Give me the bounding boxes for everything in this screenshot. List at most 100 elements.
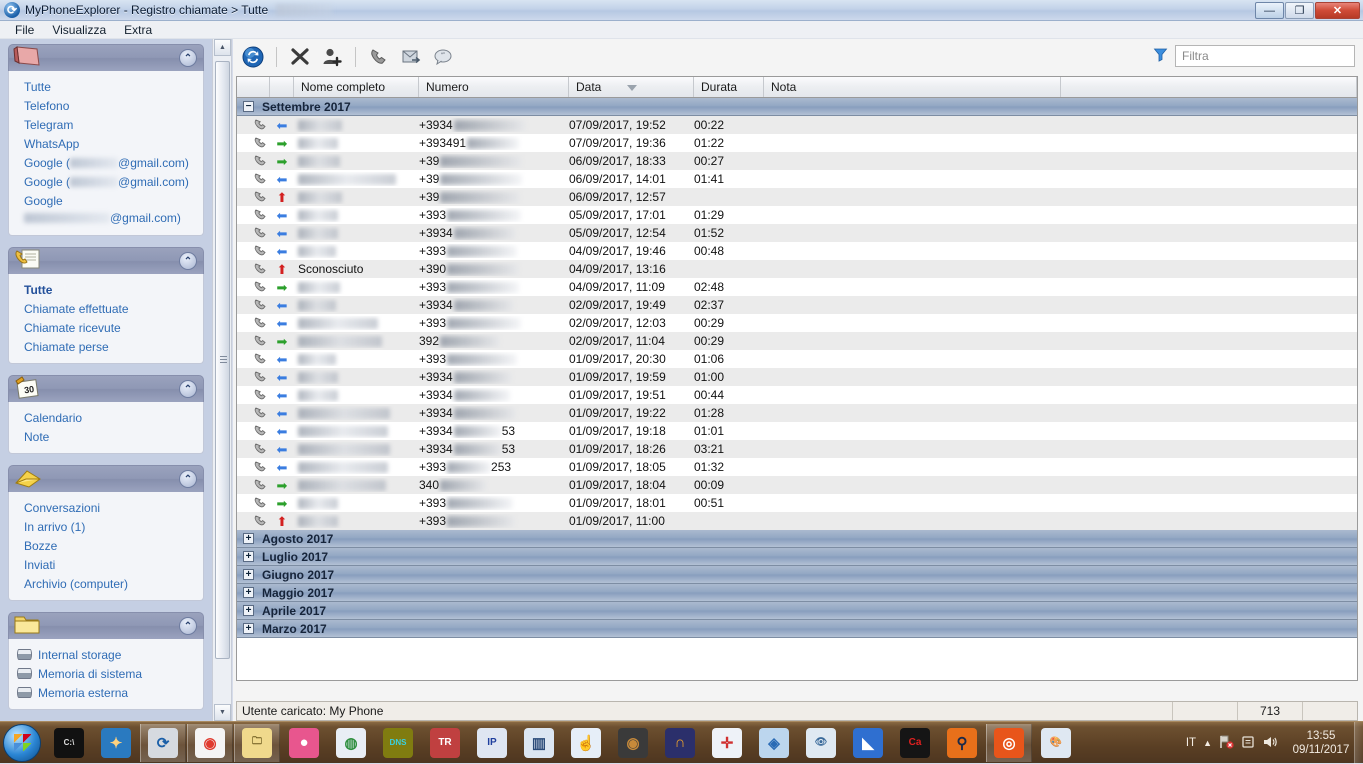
delete-icon[interactable] xyxy=(286,43,314,71)
call-log-row[interactable]: ⬆Sconosciuto+39004/09/2017, 13:16 xyxy=(237,260,1357,278)
panel-header-esplora[interactable]: ⌃ xyxy=(8,612,204,639)
sidebar-item-memoria-di-sistema[interactable]: Memoria di sistema xyxy=(9,664,203,683)
panel-header-agenda[interactable]: 30⌃ xyxy=(8,375,204,402)
sidebar-item-inviati[interactable]: Inviati xyxy=(9,555,203,574)
taskbar-item-cars-app[interactable]: Ca xyxy=(892,724,938,762)
call-log-row[interactable]: ⬅+393401/09/2017, 19:2201:28 xyxy=(237,404,1357,422)
call-log-row[interactable]: ⬅+39325301/09/2017, 18:0501:32 xyxy=(237,458,1357,476)
taskbar-item-compass[interactable]: ✦ xyxy=(93,724,139,762)
menu-item-visualizza[interactable]: Visualizza xyxy=(43,22,115,38)
taskbar-item-document-shield[interactable]: ✛ xyxy=(704,724,750,762)
call-log-row[interactable]: ⬅+39304/09/2017, 19:4600:48 xyxy=(237,242,1357,260)
taskbar-item-window-tool[interactable]: ▥ xyxy=(516,724,562,762)
sidebar-item-google[interactable]: Google (@gmail.com) xyxy=(9,172,203,191)
group-header-settembre-2017[interactable]: −Settembre 2017 xyxy=(237,98,1357,116)
chevron-up-icon[interactable]: ⌃ xyxy=(179,470,197,488)
sidebar-scrollbar[interactable]: ▲ ▼ xyxy=(212,39,232,721)
taskbar-item-pointer-window[interactable]: ☝ xyxy=(563,724,609,762)
close-button[interactable]: ✕ xyxy=(1315,2,1360,19)
sidebar-item-archivio-computer[interactable]: Archivio (computer) xyxy=(9,574,203,593)
sidebar-item-chiamate-ricevute[interactable]: Chiamate ricevute xyxy=(9,318,203,337)
chevron-up-icon[interactable]: ⌃ xyxy=(179,49,197,67)
taskbar-item-headphones[interactable]: ∩ xyxy=(657,724,703,762)
call-log-row[interactable]: ⬅+393402/09/2017, 19:4902:37 xyxy=(237,296,1357,314)
sidebar-item-in-arrivo-1[interactable]: In arrivo (1) xyxy=(9,517,203,536)
grid-column-header-nota[interactable]: Nota xyxy=(764,77,1061,97)
sidebar-item-note[interactable]: Note xyxy=(9,427,203,446)
speaker-icon[interactable] xyxy=(1262,735,1278,752)
call-log-row[interactable]: ⬅+39345301/09/2017, 18:2603:21 xyxy=(237,440,1357,458)
call-log-row[interactable]: ⬆+3906/09/2017, 12:57 xyxy=(237,188,1357,206)
sidebar-item-whatsapp[interactable]: WhatsApp xyxy=(9,134,203,153)
sidebar-scroll-up-icon[interactable]: ▲ xyxy=(214,39,231,56)
expand-group-icon[interactable]: + xyxy=(243,569,254,580)
expand-group-icon[interactable]: + xyxy=(243,605,254,616)
menu-item-extra[interactable]: Extra xyxy=(115,22,161,38)
call-log-row[interactable]: ⬆+39301/09/2017, 11:00 xyxy=(237,512,1357,530)
menu-item-file[interactable]: File xyxy=(6,22,43,38)
send-message-icon[interactable] xyxy=(397,43,425,71)
grid-column-header-blank-1[interactable] xyxy=(270,77,294,97)
panel-header-registro-chiamate[interactable]: ⌃ xyxy=(8,247,204,274)
taskbar-item-dns-tool[interactable]: DNS xyxy=(375,724,421,762)
call-log-row[interactable]: ⬅+393407/09/2017, 19:5200:22 xyxy=(237,116,1357,134)
call-log-row[interactable]: ➡34001/09/2017, 18:0400:09 xyxy=(237,476,1357,494)
sidebar-item-memoria-esterna[interactable]: Memoria esterna xyxy=(9,683,203,702)
call-log-row[interactable]: ⬅+3906/09/2017, 14:0101:41 xyxy=(237,170,1357,188)
call-log-row[interactable]: ⬅+39302/09/2017, 12:0300:29 xyxy=(237,314,1357,332)
sidebar-item-bozze[interactable]: Bozze xyxy=(9,536,203,555)
sidebar-item-telefono[interactable]: Telefono xyxy=(9,96,203,115)
sidebar-item-telegram[interactable]: Telegram xyxy=(9,115,203,134)
sidebar-item-google[interactable]: Google (@gmail.com) xyxy=(9,153,203,172)
sidebar-item-calendario[interactable]: Calendario xyxy=(9,408,203,427)
taskbar-item-command-prompt[interactable]: C:\ xyxy=(46,724,92,762)
sidebar-scroll-thumb[interactable] xyxy=(215,61,230,659)
grid-column-header-nome-completo[interactable]: Nome completo xyxy=(294,77,419,97)
call-log-grid[interactable]: Nome completoNumeroDataDurataNota −Sette… xyxy=(236,76,1358,681)
grid-column-header-data[interactable]: Data xyxy=(569,77,694,97)
sidebar-scroll-down-icon[interactable]: ▼ xyxy=(214,704,231,721)
tray-language[interactable]: IT xyxy=(1186,737,1196,749)
sidebar-item-tutte[interactable]: Tutte xyxy=(9,77,203,96)
minimize-button[interactable]: — xyxy=(1255,2,1284,19)
chat-icon[interactable]: “” xyxy=(429,43,457,71)
grid-body[interactable]: −Settembre 2017⬅+393407/09/2017, 19:5200… xyxy=(237,98,1357,638)
call-log-row[interactable]: ⬅+39301/09/2017, 20:3001:06 xyxy=(237,350,1357,368)
window-controls[interactable]: — ❐ ✕ xyxy=(1255,2,1360,19)
sidebar-item-tutte[interactable]: Tutte xyxy=(9,280,203,299)
chevron-up-icon[interactable]: ⌃ xyxy=(179,252,197,270)
taskbar-item-paint-palette[interactable]: 🎨 xyxy=(1033,724,1079,762)
call-log-row[interactable]: ⬅+393405/09/2017, 12:5401:52 xyxy=(237,224,1357,242)
collapse-group-icon[interactable]: − xyxy=(243,101,254,112)
start-button[interactable] xyxy=(3,724,41,762)
taskbar-item-openvpn[interactable]: ⚲ xyxy=(939,724,985,762)
taskbar-item-wireshark[interactable]: ◣ xyxy=(845,724,891,762)
show-desktop-button[interactable] xyxy=(1354,722,1363,764)
taskbar[interactable]: C:\✦⟳◉🗀●◍DNSTRIP▥☝◉∩✛◈👁◣Ca⚲◎🎨 IT ▲ xyxy=(0,721,1363,763)
call-log-row[interactable]: ⬅+393401/09/2017, 19:5901:00 xyxy=(237,368,1357,386)
taskbar-item-browser-globe[interactable]: ◍ xyxy=(328,724,374,762)
sidebar-item-conversazioni[interactable]: Conversazioni xyxy=(9,498,203,517)
expand-group-icon[interactable]: + xyxy=(243,533,254,544)
sidebar-item-google[interactable]: Google@gmail.com) xyxy=(9,191,203,228)
filter-input[interactable] xyxy=(1175,45,1355,67)
restore-button[interactable]: ❐ xyxy=(1285,2,1314,19)
group-header-giugno-2017[interactable]: +Giugno 2017 xyxy=(237,566,1357,584)
expand-group-icon[interactable]: + xyxy=(243,551,254,562)
call-log-row[interactable]: ⬅+39345301/09/2017, 19:1801:01 xyxy=(237,422,1357,440)
taskbar-item-update-shield[interactable]: ◈ xyxy=(751,724,797,762)
taskbar-item-file-explorer[interactable]: 🗀 xyxy=(234,724,280,762)
taskbar-item-myphoneexplorer[interactable]: ⟳ xyxy=(140,724,186,762)
sidebar-item-chiamate-effettuate[interactable]: Chiamate effettuate xyxy=(9,299,203,318)
call-icon[interactable] xyxy=(365,43,393,71)
call-log-row[interactable]: ➡+39304/09/2017, 11:0902:48 xyxy=(237,278,1357,296)
call-log-row[interactable]: ➡+39349107/09/2017, 19:3601:22 xyxy=(237,134,1357,152)
panel-header-messaggi[interactable]: ⌃ xyxy=(8,465,204,492)
chevron-up-icon[interactable]: ⌃ xyxy=(179,617,197,635)
taskbar-items[interactable]: C:\✦⟳◉🗀●◍DNSTRIP▥☝◉∩✛◈👁◣Ca⚲◎🎨 xyxy=(45,724,1079,762)
grid-column-header-blank-0[interactable] xyxy=(237,77,270,97)
group-header-agosto-2017[interactable]: +Agosto 2017 xyxy=(237,530,1357,548)
taskbar-item-tor[interactable]: TR xyxy=(422,724,468,762)
expand-group-icon[interactable]: + xyxy=(243,623,254,634)
grid-header-row[interactable]: Nome completoNumeroDataDurataNota xyxy=(237,77,1357,98)
